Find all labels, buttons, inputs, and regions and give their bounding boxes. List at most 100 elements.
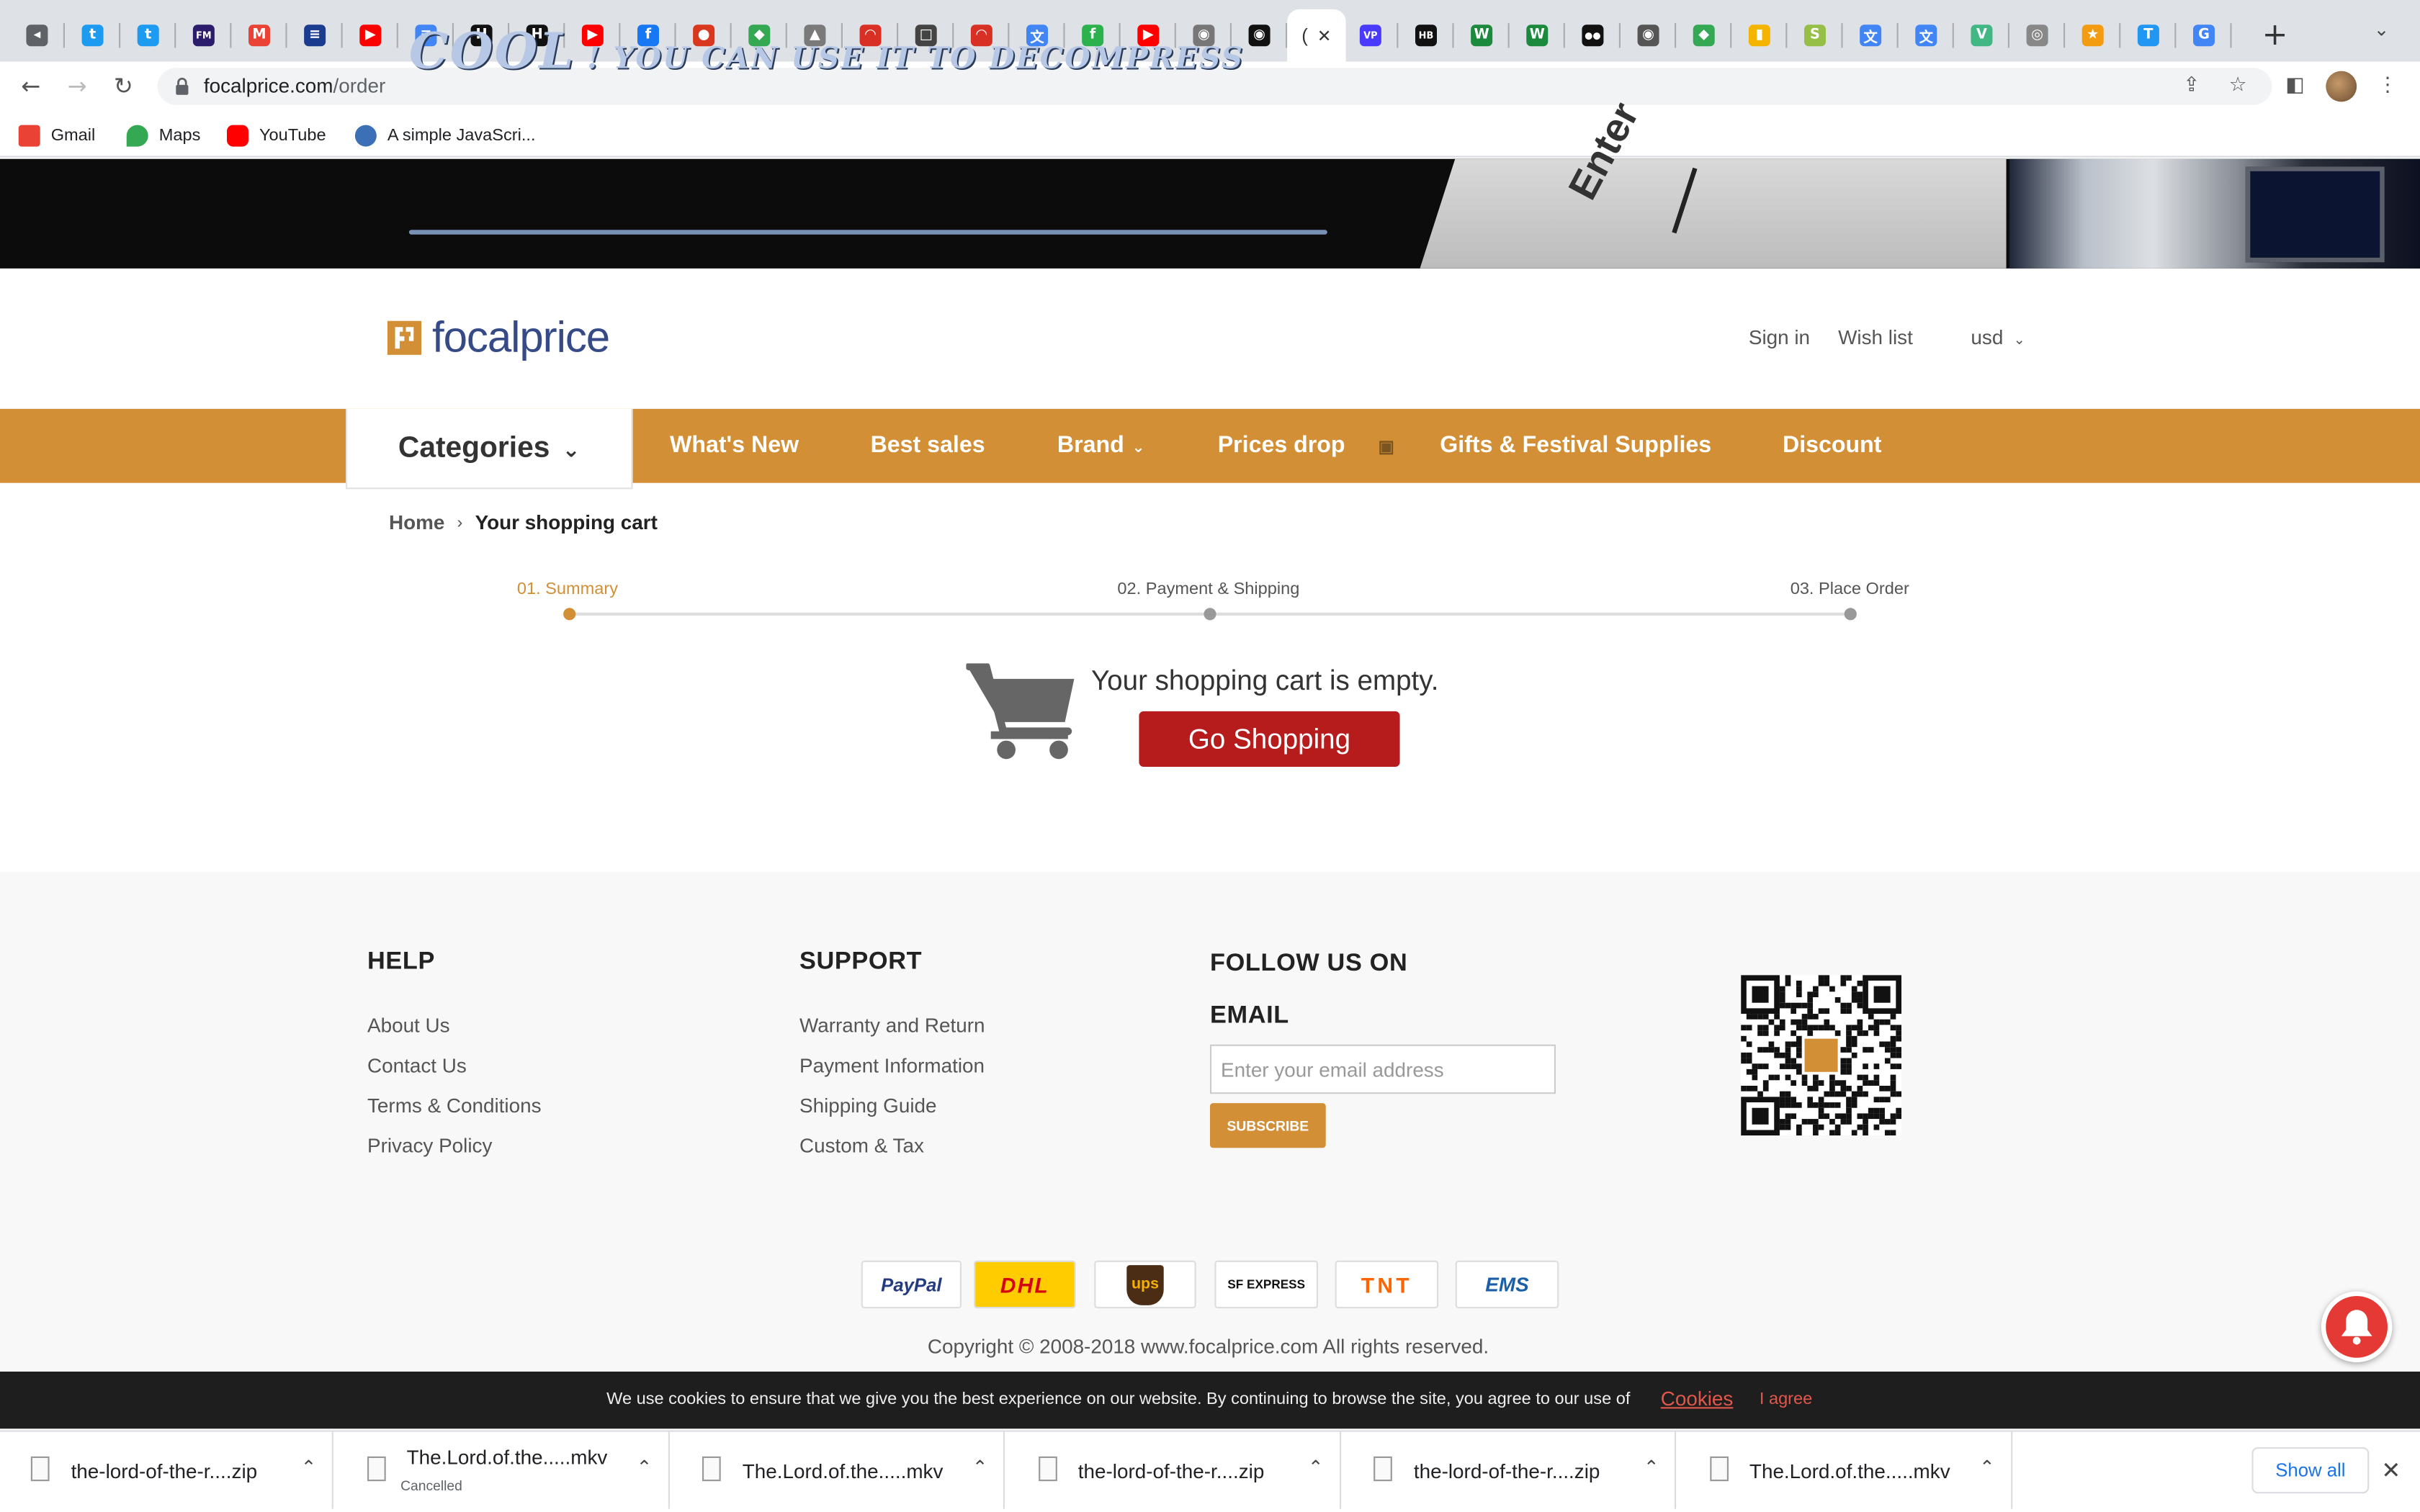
footer-link-shipping-guide[interactable]: Shipping Guide bbox=[799, 1094, 937, 1117]
cookie-message: We use cookies to ensure that we give yo… bbox=[606, 1390, 1631, 1409]
browser-menu-icon[interactable]: ⋮ bbox=[2374, 73, 2402, 101]
back-icon[interactable]: ← bbox=[12, 68, 49, 104]
browser-tab[interactable]: M bbox=[231, 9, 287, 62]
globe-icon bbox=[354, 125, 377, 147]
browser-tab[interactable]: 文 bbox=[1899, 9, 1954, 62]
chevron-up-icon[interactable]: ⌃ bbox=[1979, 1457, 1995, 1478]
nav-best-sales[interactable]: Best sales bbox=[871, 432, 985, 458]
lock-icon[interactable] bbox=[174, 77, 189, 96]
nav-prices-drop[interactable]: Prices drop bbox=[1218, 432, 1345, 458]
download-item[interactable]: the-lord-of-the-r....zip ⌃ bbox=[1343, 1431, 1677, 1509]
footer-link-payment-info[interactable]: Payment Information bbox=[799, 1054, 985, 1077]
new-tab-button[interactable]: + bbox=[2257, 15, 2293, 52]
cookie-agree-button[interactable]: I agree bbox=[1760, 1390, 1812, 1409]
footer-link-custom-tax[interactable]: Custom & Tax bbox=[799, 1134, 924, 1157]
wish-list-link[interactable]: Wish list bbox=[1838, 325, 1913, 348]
file-icon bbox=[30, 1456, 50, 1482]
go-shopping-button[interactable]: Go Shopping bbox=[1139, 711, 1400, 767]
footer-link-terms[interactable]: Terms & Conditions bbox=[367, 1094, 542, 1117]
copyright-text: Copyright © 2008-2018 www.focalprice.com… bbox=[927, 1334, 1489, 1358]
browser-tab[interactable]: FM bbox=[176, 9, 232, 62]
nav-discount[interactable]: Discount bbox=[1783, 432, 1882, 458]
currency-select[interactable]: usd ⌄ bbox=[1971, 325, 2025, 348]
chevron-up-icon[interactable]: ⌃ bbox=[301, 1457, 317, 1478]
browser-tab[interactable]: S bbox=[1787, 9, 1843, 62]
share-icon[interactable]: ⇪ bbox=[2178, 73, 2206, 101]
browser-tab[interactable]: VP bbox=[1343, 9, 1399, 62]
bookmark-javascript[interactable]: A simple JavaScri... bbox=[354, 123, 536, 148]
browser-tab[interactable]: T bbox=[2120, 9, 2177, 62]
browser-tab[interactable]: ★ bbox=[2065, 9, 2121, 62]
forward-icon[interactable]: → bbox=[58, 68, 95, 104]
browser-tab[interactable]: ◂ bbox=[9, 9, 65, 62]
download-filename: the-lord-of-the-r....zip bbox=[1413, 1459, 1600, 1483]
browser-tab[interactable]: ●● bbox=[1565, 9, 1621, 62]
file-icon bbox=[1709, 1456, 1728, 1482]
download-item[interactable]: The.Lord.of.the.....mkv ⌃ bbox=[671, 1431, 1005, 1509]
browser-tab[interactable]: HB bbox=[1398, 9, 1454, 62]
browser-tab[interactable]: ▮ bbox=[1731, 9, 1788, 62]
close-tab-icon[interactable]: ✕ bbox=[1317, 25, 1332, 45]
banner-underline bbox=[408, 230, 1327, 235]
sign-in-link[interactable]: Sign in bbox=[1749, 325, 1810, 348]
chevron-up-icon[interactable]: ⌃ bbox=[637, 1457, 653, 1478]
footer-link-warranty[interactable]: Warranty and Return bbox=[799, 1014, 985, 1037]
breadcrumb-home[interactable]: Home bbox=[389, 510, 444, 534]
translate-icon: 文 bbox=[1915, 24, 1937, 47]
browser-tab[interactable]: 文 bbox=[1843, 9, 1899, 62]
sf-express-logo: SF EXPRESS bbox=[1214, 1260, 1318, 1309]
browser-tab[interactable]: W bbox=[1454, 9, 1510, 62]
site-logo[interactable]: focalprice bbox=[386, 313, 610, 361]
nav-whats-new[interactable]: What's New bbox=[670, 432, 799, 458]
reload-icon[interactable]: ↻ bbox=[105, 68, 142, 104]
bookmark-star-icon[interactable]: ☆ bbox=[2224, 73, 2252, 101]
browser-tab[interactable]: ◉ bbox=[1621, 9, 1677, 62]
bookmark-maps[interactable]: Maps bbox=[126, 123, 200, 148]
show-all-downloads-button[interactable]: Show all bbox=[2251, 1446, 2370, 1494]
file-icon bbox=[366, 1456, 385, 1482]
email-field[interactable] bbox=[1210, 1044, 1556, 1094]
bookmark-gmail[interactable]: Gmail bbox=[18, 123, 95, 148]
side-panel-icon[interactable]: ◧ bbox=[2281, 73, 2309, 101]
browser-tab[interactable]: ▶ bbox=[343, 9, 398, 62]
google-icon: G bbox=[2193, 24, 2215, 47]
browser-tab[interactable]: ◆ bbox=[1676, 9, 1732, 62]
nav-brand[interactable]: Brand ⌄ bbox=[1057, 432, 1145, 458]
download-item[interactable]: the-lord-of-the-r....zip ⌃ bbox=[1007, 1431, 1341, 1509]
translate-icon: 文 bbox=[1860, 24, 1882, 47]
browser-tab[interactable]: t bbox=[65, 9, 121, 62]
tnt-label: TNT bbox=[1361, 1272, 1412, 1297]
tnt-logo: TNT bbox=[1335, 1260, 1439, 1309]
url-text[interactable]: focalprice.com/order bbox=[204, 74, 385, 97]
footer-link-privacy[interactable]: Privacy Policy bbox=[367, 1134, 492, 1157]
browser-tab[interactable]: G bbox=[2176, 9, 2232, 62]
browser-tab-active[interactable]: (✕ bbox=[1287, 9, 1346, 62]
notification-bell-button[interactable] bbox=[2321, 1291, 2393, 1363]
categories-label: Categories bbox=[398, 431, 550, 464]
browser-tab[interactable]: ◎ bbox=[2009, 9, 2066, 62]
categories-dropdown[interactable]: Categories ⌄ bbox=[346, 408, 633, 490]
chevron-up-icon[interactable]: ⌃ bbox=[1308, 1457, 1324, 1478]
video-icon: ◎ bbox=[2026, 24, 2048, 47]
chevron-up-icon[interactable]: ⌃ bbox=[972, 1457, 988, 1478]
focalprice-logo-icon bbox=[387, 320, 421, 355]
close-download-bar-icon[interactable]: ✕ bbox=[2381, 1457, 2401, 1485]
download-item[interactable]: the-lord-of-the-r....zip ⌃ bbox=[0, 1431, 333, 1509]
browser-tab[interactable]: t bbox=[120, 9, 176, 62]
chevron-up-icon[interactable]: ⌃ bbox=[1644, 1457, 1659, 1478]
download-item[interactable]: The.Lord.of.the.....mkv ⌃ bbox=[1678, 1431, 2012, 1509]
nav-gifts-festival[interactable]: Gifts & Festival Supplies bbox=[1440, 432, 1711, 458]
browser-tab[interactable]: W bbox=[1510, 9, 1565, 62]
profile-avatar[interactable] bbox=[2326, 71, 2357, 102]
download-filename: The.Lord.of.the.....mkv bbox=[742, 1459, 944, 1483]
browser-tab[interactable]: ≡ bbox=[287, 9, 343, 62]
sf-express-label: SF EXPRESS bbox=[1227, 1277, 1306, 1292]
browser-tab[interactable]: V bbox=[1954, 9, 2009, 62]
cookies-link[interactable]: Cookies bbox=[1661, 1387, 1734, 1410]
footer-link-contact-us[interactable]: Contact Us bbox=[367, 1054, 467, 1077]
footer-link-about-us[interactable]: About Us bbox=[367, 1014, 450, 1037]
bookmark-youtube[interactable]: YouTube bbox=[227, 123, 326, 148]
subscribe-button[interactable]: SUBSCRIBE bbox=[1210, 1103, 1326, 1148]
tab-search-button[interactable]: ⌄ bbox=[2374, 19, 2402, 47]
download-item[interactable]: The.Lord.of.the.....mkv Cancelled ⌃ bbox=[336, 1431, 669, 1509]
